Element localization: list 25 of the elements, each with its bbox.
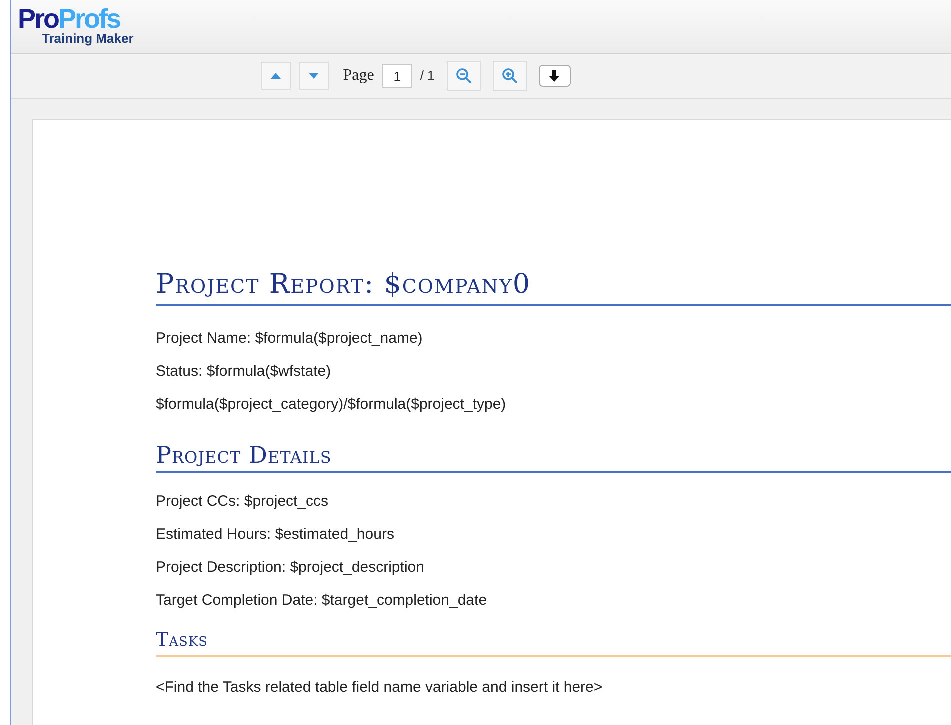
zoom-in-icon — [502, 68, 518, 84]
section-heading: Tasks — [156, 629, 951, 657]
field-line: Project CCs: $project_ccs — [156, 492, 330, 512]
field-line: Estimated Hours: $estimated_hours — [156, 525, 396, 545]
page-label: Page — [343, 66, 374, 86]
field-line: $formula($project_category)/$formula($project_type) — [156, 395, 508, 415]
zoom-in-button[interactable] — [492, 61, 527, 91]
report-title: Project Report: $company0 — [156, 270, 951, 306]
up-triangle-icon — [271, 73, 282, 79]
page-number-field[interactable]: 1 — [382, 64, 412, 88]
field-line: Target Completion Date: $target_completion_date — [156, 591, 488, 611]
zoom-out-icon — [456, 68, 472, 84]
download-button[interactable] — [538, 65, 571, 87]
field-line: Project Name: $formula($project_name) — [156, 329, 424, 349]
next-page-button[interactable] — [299, 62, 330, 90]
field-line: Project Description: $project_description — [156, 558, 426, 578]
zoom-out-button[interactable] — [446, 61, 481, 91]
down-triangle-icon — [309, 73, 320, 79]
field-line: Status: $formula($wfstate) — [156, 362, 332, 382]
down-arrow-icon — [549, 70, 560, 82]
logo: ProProfs Training Maker — [18, 6, 134, 45]
section-heading: Project Details — [156, 443, 951, 473]
page-total: / 1 — [420, 67, 435, 86]
previous-page-button[interactable] — [261, 62, 292, 90]
field-line: <Find the Tasks related table field name variable and insert it here> — [156, 678, 604, 698]
